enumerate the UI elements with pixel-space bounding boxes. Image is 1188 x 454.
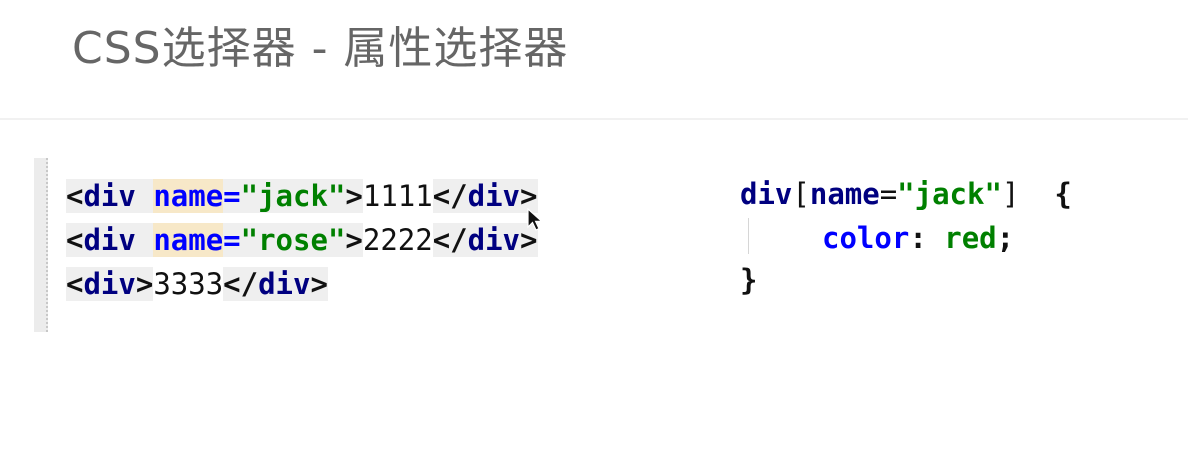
css-code-panel: div[name="jack"] { color: red; } [740, 172, 1160, 312]
element-text: 1111 [362, 179, 433, 213]
css-brace-close: } [740, 263, 758, 297]
tag-name: div [83, 179, 136, 213]
css-colon: : [909, 221, 945, 255]
css-attribute-name: name [809, 177, 880, 211]
end-tag-open: </ [432, 223, 468, 257]
slide: CSS选择器 - 属性选择器 <div name="jack">1111</di… [0, 0, 1188, 454]
css-brace-open: { [1054, 177, 1072, 211]
tag-close-bracket: > [135, 267, 154, 301]
css-bracket-open: [ [792, 177, 810, 211]
indent-guide [748, 218, 749, 254]
html-code-panel: <div name="jack">1111</div> <div name="r… [34, 158, 634, 332]
css-selector-line: div[name="jack"] { [740, 174, 1072, 214]
tag-close-bracket: > [345, 179, 363, 213]
token-space [135, 223, 154, 257]
css-closing-line: } [740, 260, 757, 300]
css-semicolon: ; [996, 221, 1015, 255]
editor-gutter [34, 158, 48, 332]
tag-open-bracket: < [66, 179, 84, 213]
token-space [135, 179, 154, 213]
element-text: 2222 [362, 223, 433, 257]
slide-title: CSS选择器 - 属性选择器 [72, 23, 569, 74]
title-divider [0, 118, 1188, 120]
attribute-equals: = [223, 179, 241, 213]
attribute-value: "jack" [240, 179, 346, 213]
end-tag-open: </ [432, 179, 468, 213]
end-tag-close: > [310, 267, 328, 301]
css-attribute-equals: = [879, 177, 898, 211]
element-text: 3333 [153, 267, 224, 301]
css-selector-tag: div [740, 177, 793, 211]
css-attribute-value: "jack" [897, 177, 1002, 211]
html-code-line-1: <div name="jack">1111</div> [66, 176, 538, 216]
css-gap [1019, 177, 1054, 211]
end-tag-name: div [258, 267, 311, 301]
end-tag-name: div [467, 223, 521, 257]
css-value: red [944, 221, 997, 255]
css-declaration-line: color: red; [822, 218, 1014, 258]
html-code-line-2: <div name="rose">2222</div> [66, 220, 538, 260]
tag-open-bracket: < [66, 223, 84, 257]
mouse-pointer-icon [527, 208, 544, 231]
end-tag-name: div [467, 179, 521, 213]
html-code-line-3: <div>3333</div> [66, 264, 328, 304]
tag-name: div [83, 267, 136, 301]
tag-close-bracket: > [345, 223, 363, 257]
attribute-value: "rose" [240, 223, 346, 257]
tag-name: div [83, 223, 136, 257]
css-bracket-close: ] [1001, 177, 1020, 211]
end-tag-open: </ [223, 267, 259, 301]
attribute-name: name [153, 179, 224, 213]
attribute-equals: = [223, 223, 241, 257]
attribute-name: name [153, 223, 224, 257]
tag-open-bracket: < [66, 267, 84, 301]
css-property: color [822, 221, 910, 255]
